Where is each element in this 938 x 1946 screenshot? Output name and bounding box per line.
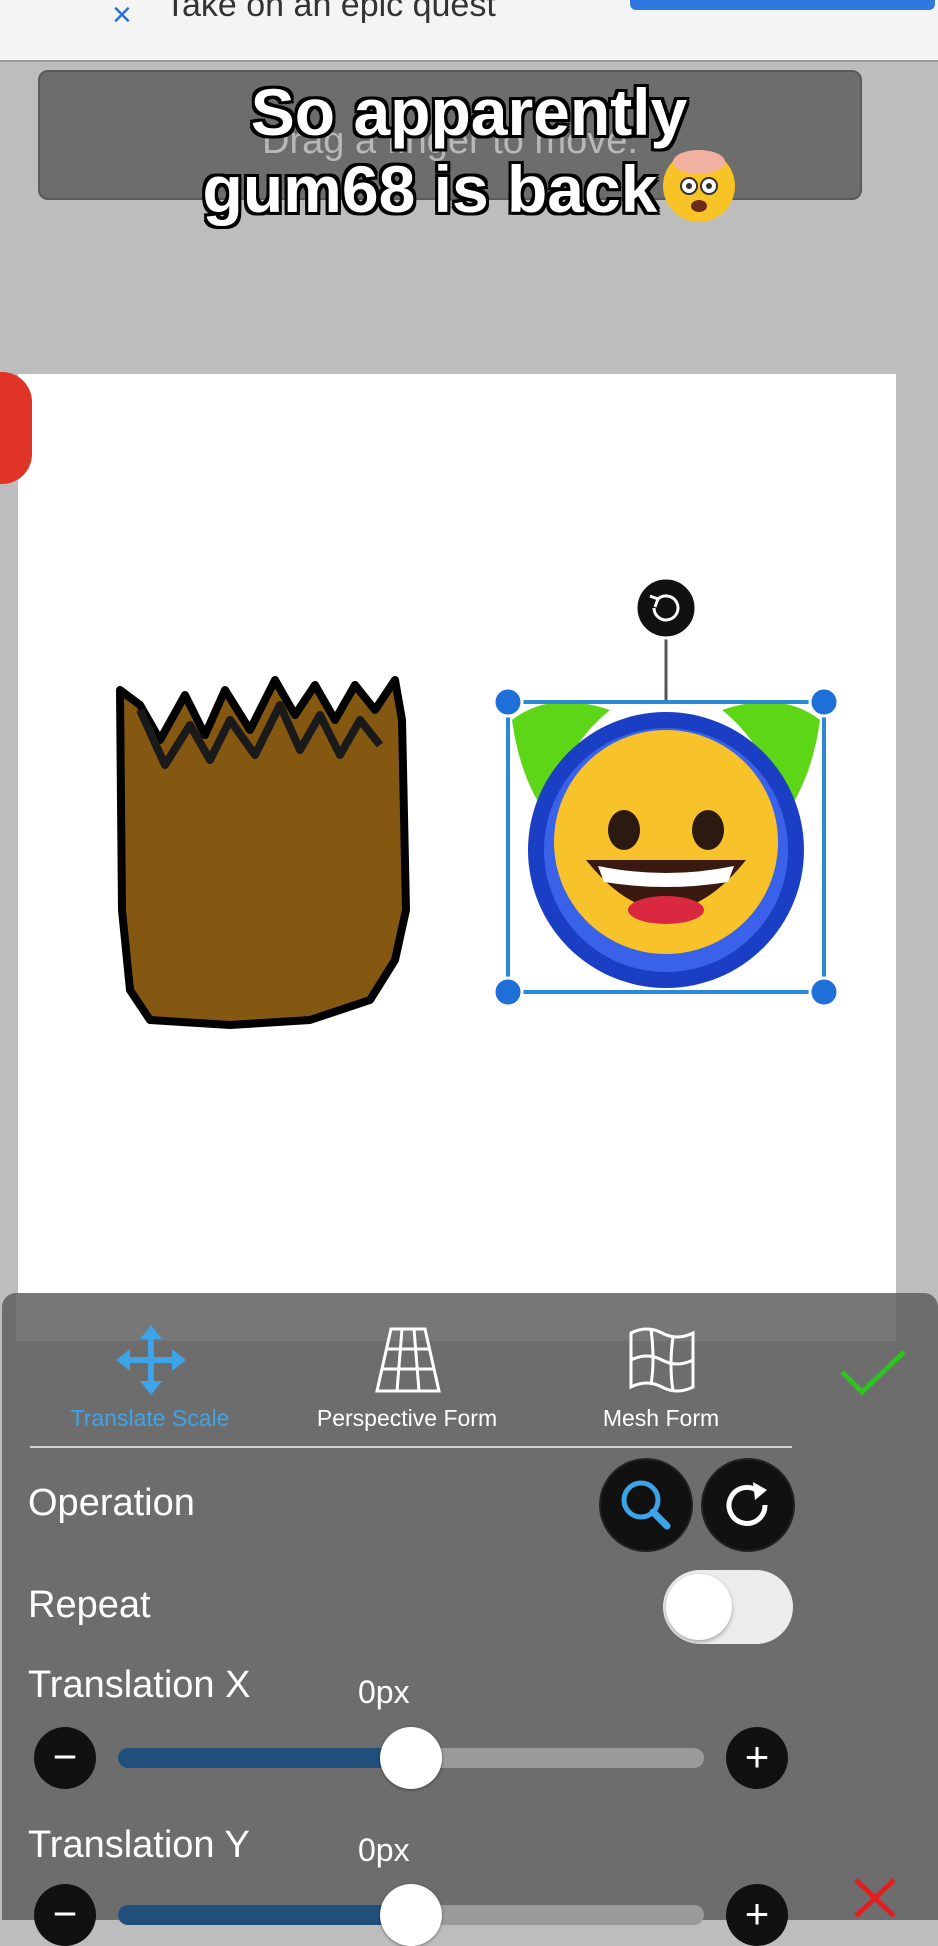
zoom-operation-button[interactable] [599, 1458, 693, 1552]
zoom-icon [621, 1480, 671, 1530]
tab-mesh-form-label: Mesh Form [602, 1405, 720, 1431]
operation-label: Operation [28, 1482, 195, 1524]
side-tab-icon[interactable] [0, 372, 32, 484]
ad-close-icon[interactable]: × [112, 0, 152, 32]
translation-y-label: Translation Y [28, 1824, 250, 1866]
translation-y-slider-knob[interactable] [380, 1884, 442, 1946]
exploding-head-emoji-icon [663, 150, 736, 222]
translation-x-fill [118, 1748, 411, 1768]
repeat-label: Repeat [28, 1584, 151, 1626]
panel-divider [30, 1446, 792, 1448]
translation-x-minus-icon[interactable]: − [34, 1727, 96, 1789]
rotate-operation-button[interactable] [701, 1458, 795, 1552]
translation-x-value: 0px [358, 1674, 410, 1710]
translation-x-slider-knob[interactable] [380, 1727, 442, 1789]
translation-x-plus-icon[interactable]: + [726, 1727, 788, 1789]
rotate-icon [726, 1482, 768, 1526]
caption-line-2: gum68 is back [202, 152, 658, 226]
translation-y-plus-icon[interactable]: + [726, 1884, 788, 1946]
ad-banner[interactable]: × Take on an epic quest [0, 0, 938, 62]
caption-line-1: So apparently [250, 75, 688, 149]
selected-sticker[interactable] [490, 570, 850, 1010]
repeat-toggle-knob[interactable] [666, 1574, 732, 1640]
perspective-grid-icon [375, 1327, 441, 1393]
tab-mesh-form[interactable]: Mesh Form [551, 1325, 773, 1432]
translation-y-fill [118, 1905, 411, 1925]
tab-perspective-form[interactable]: Perspective Form [297, 1325, 519, 1432]
translation-y-minus-icon[interactable]: − [34, 1884, 96, 1946]
confirm-check-icon[interactable] [838, 1348, 908, 1400]
ad-cta-button[interactable] [630, 0, 935, 10]
cancel-x-icon[interactable] [852, 1876, 898, 1920]
tab-translate-scale-label: Translate Scale [70, 1405, 230, 1431]
mesh-flag-icon [629, 1327, 695, 1393]
tab-perspective-form-label: Perspective Form [316, 1405, 498, 1431]
translation-y-value: 0px [358, 1832, 410, 1868]
translation-x-label: Translation X [28, 1664, 251, 1706]
tab-translate-scale[interactable]: Translate Scale [40, 1325, 262, 1432]
move-arrows-icon [116, 1325, 186, 1395]
ad-text[interactable]: Take on an epic quest [165, 0, 496, 25]
video-caption: So apparently gum68 is back [100, 74, 838, 227]
brown-hair-drawing [116, 676, 410, 1029]
